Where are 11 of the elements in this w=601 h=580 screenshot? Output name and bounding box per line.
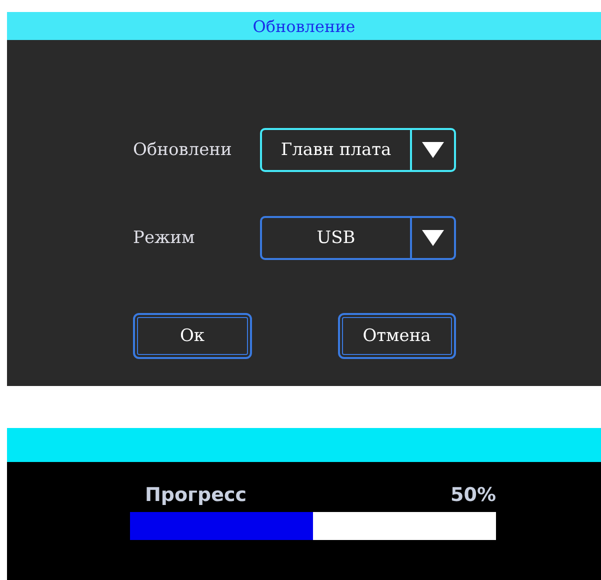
dropdown-arrow-icon	[422, 142, 444, 158]
dropdown-arrow-icon	[422, 230, 444, 246]
field-label: Обновлени	[133, 140, 232, 160]
dropdown[interactable]: USB	[260, 216, 456, 260]
ok-button[interactable]: Ок	[133, 313, 252, 359]
progress-reading: 50%	[450, 484, 496, 506]
progress-label: Прогресс	[145, 484, 246, 506]
dropdown[interactable]: Главн плата	[260, 128, 456, 172]
field-label: Режим	[133, 228, 195, 248]
cancel-button[interactable]: Отмена	[338, 313, 456, 359]
dialog-title: Обновление	[7, 12, 601, 40]
